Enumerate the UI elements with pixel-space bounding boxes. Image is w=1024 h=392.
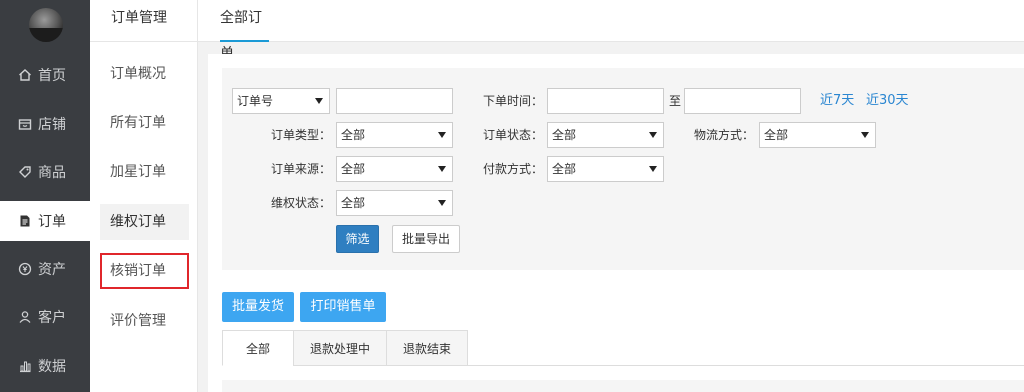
order-number-input[interactable] bbox=[336, 88, 453, 114]
caret-down-icon bbox=[649, 132, 657, 138]
batch-export-button[interactable]: 批量导出 bbox=[392, 225, 460, 253]
sidebar-item-label: 资产 bbox=[38, 262, 66, 278]
caret-down-icon bbox=[861, 132, 869, 138]
tab-refund-processing[interactable]: 退款处理中 bbox=[293, 330, 387, 366]
sidebar-item-orders[interactable]: 订单 bbox=[0, 201, 90, 241]
sidebar-item-goods[interactable]: 商品 bbox=[0, 152, 90, 192]
order-status-select[interactable]: 全部 bbox=[547, 122, 664, 148]
sidebar-item-shop[interactable]: 店铺 bbox=[0, 104, 90, 144]
caret-down-icon bbox=[438, 166, 446, 172]
filter-panel: 订单号 下单时间： 至 近7天 近30天 订单类型： 全部 订单状态： 全部 物… bbox=[222, 68, 1024, 270]
sidebar-item-label: 订单 bbox=[38, 214, 66, 230]
order-source-select[interactable]: 全部 bbox=[336, 156, 453, 182]
main-content: 订单号 下单时间： 至 近7天 近30天 订单类型： 全部 订单状态： 全部 物… bbox=[208, 54, 1024, 392]
refund-status-tabs: 全部 退款处理中 退款结束 bbox=[222, 330, 1024, 366]
shop-icon bbox=[18, 117, 32, 131]
order-table-header bbox=[222, 380, 1024, 392]
order-type-label: 订单类型： bbox=[271, 128, 332, 142]
sidebar-item-label: 客户 bbox=[38, 310, 66, 326]
sidebar-item-label: 商品 bbox=[38, 165, 66, 181]
payment-method-select[interactable]: 全部 bbox=[547, 156, 664, 182]
order-submenu: 订单管理 订单概况 所有订单 加星订单 维权订单 核销订单 评价管理 bbox=[90, 0, 198, 392]
select-value: 全部 bbox=[341, 128, 366, 142]
order-time-start-input[interactable] bbox=[547, 88, 664, 114]
caret-down-icon bbox=[315, 98, 323, 104]
last-30-days-link[interactable]: 近30天 bbox=[866, 88, 909, 114]
primary-sidebar: 首页 店铺 商品 订单 资产 客户 数据 bbox=[0, 0, 90, 392]
sidebar-item-label: 店铺 bbox=[38, 117, 66, 133]
select-value: 全部 bbox=[341, 162, 366, 176]
order-time-label: 下单时间： bbox=[483, 94, 544, 108]
payment-method-label: 付款方式： bbox=[483, 162, 544, 176]
order-status-label: 订单状态： bbox=[483, 128, 544, 142]
sidebar-item-customers[interactable]: 客户 bbox=[0, 297, 90, 337]
logistics-select[interactable]: 全部 bbox=[759, 122, 876, 148]
sidebar-item-home[interactable]: 首页 bbox=[0, 55, 90, 95]
to-label: 至 bbox=[669, 94, 682, 108]
select-value: 订单号 bbox=[237, 94, 274, 108]
order-type-select[interactable]: 全部 bbox=[336, 122, 453, 148]
tab-all-orders[interactable]: 全部订单 bbox=[220, 0, 269, 62]
user-icon bbox=[18, 310, 32, 324]
bar-chart-icon bbox=[18, 359, 32, 373]
document-icon bbox=[18, 214, 32, 228]
filter-button[interactable]: 筛选 bbox=[336, 225, 379, 253]
submenu-item-reviews[interactable]: 评价管理 bbox=[100, 303, 189, 339]
select-value: 全部 bbox=[341, 196, 366, 210]
caret-down-icon bbox=[438, 200, 446, 206]
avatar[interactable] bbox=[29, 8, 63, 42]
home-icon bbox=[18, 68, 32, 82]
sidebar-item-data[interactable]: 数据 bbox=[0, 346, 90, 386]
app-root: 首页 店铺 商品 订单 资产 客户 数据 订单管理 订单概况 所有订单 加星订单… bbox=[0, 0, 1024, 392]
yen-coin-icon bbox=[18, 262, 32, 276]
select-value: 全部 bbox=[764, 128, 789, 142]
sidebar-item-assets[interactable]: 资产 bbox=[0, 249, 90, 289]
top-tab-bar: 全部订单 bbox=[198, 0, 1024, 62]
rights-status-label: 维权状态： bbox=[271, 196, 332, 210]
submenu-item-verification-orders[interactable]: 核销订单 bbox=[100, 253, 189, 289]
submenu-item-starred-orders[interactable]: 加星订单 bbox=[100, 154, 189, 190]
order-time-end-input[interactable] bbox=[684, 88, 801, 114]
submenu-item-overview[interactable]: 订单概况 bbox=[100, 56, 189, 92]
print-sales-slip-button[interactable]: 打印销售单 bbox=[300, 292, 386, 322]
submenu-item-rights-orders[interactable]: 维权订单 bbox=[100, 204, 189, 240]
tab-refund-finished[interactable]: 退款结束 bbox=[386, 330, 468, 366]
caret-down-icon bbox=[649, 166, 657, 172]
select-value: 全部 bbox=[552, 128, 577, 142]
submenu-item-all-orders[interactable]: 所有订单 bbox=[100, 105, 189, 141]
logistics-label: 物流方式： bbox=[694, 128, 755, 142]
sidebar-item-label: 数据 bbox=[38, 359, 66, 375]
caret-down-icon bbox=[438, 132, 446, 138]
submenu-title: 订单管理 bbox=[90, 0, 198, 42]
select-value: 全部 bbox=[552, 162, 577, 176]
order-source-label: 订单来源： bbox=[271, 162, 332, 176]
sidebar-item-label: 首页 bbox=[38, 68, 66, 84]
tag-icon bbox=[18, 165, 32, 179]
tab-all[interactable]: 全部 bbox=[222, 330, 294, 366]
last-7-days-link[interactable]: 近7天 bbox=[820, 88, 854, 114]
order-number-type-select[interactable]: 订单号 bbox=[232, 88, 330, 114]
batch-ship-button[interactable]: 批量发货 bbox=[222, 292, 294, 322]
rights-status-select[interactable]: 全部 bbox=[336, 190, 453, 216]
